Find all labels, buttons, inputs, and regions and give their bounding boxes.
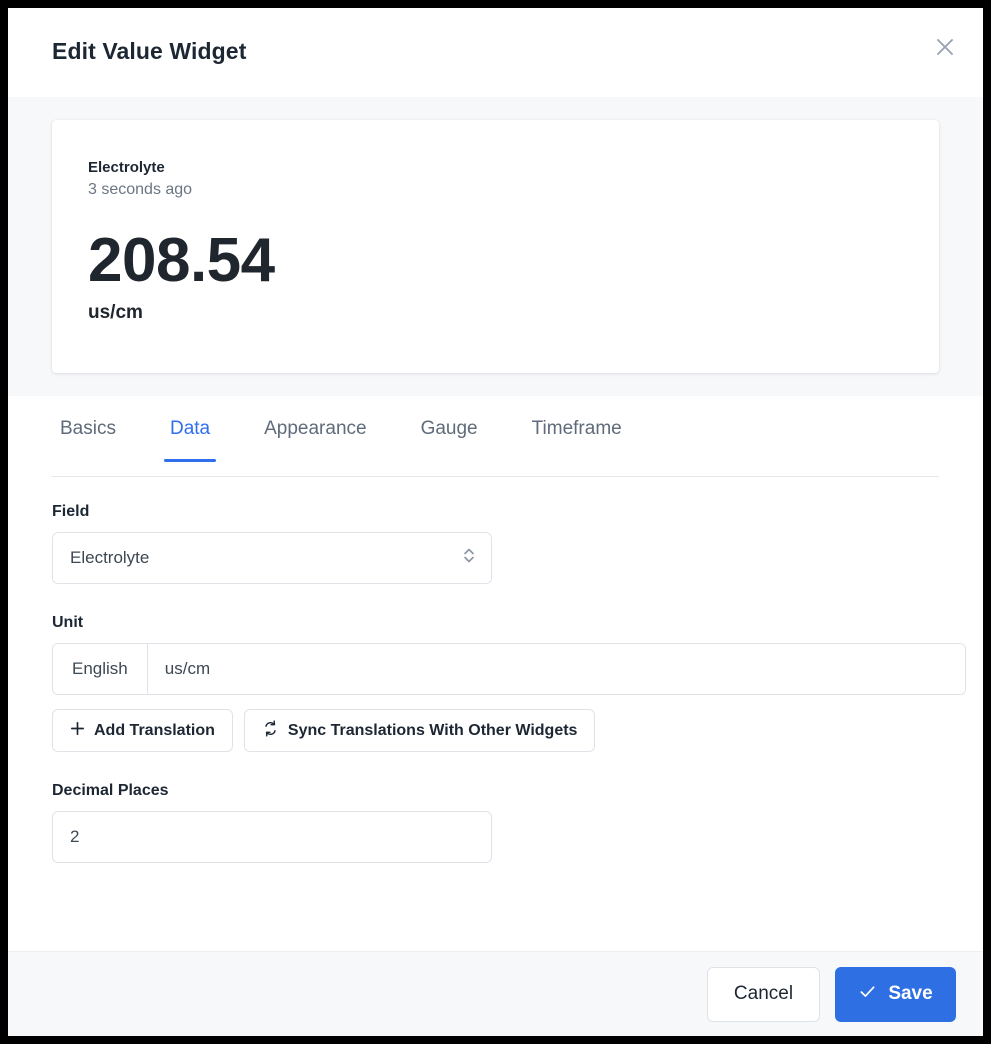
- dialog-header: Edit Value Widget: [8, 8, 983, 97]
- decimal-places-input[interactable]: [52, 811, 492, 863]
- dialog-footer: Cancel Save: [8, 951, 983, 1036]
- plus-icon: [70, 721, 85, 741]
- field-select[interactable]: Electrolyte: [52, 532, 492, 584]
- unit-label: Unit: [52, 614, 84, 631]
- tab-timeframe[interactable]: Timeframe: [518, 418, 636, 461]
- sync-translations-label: Sync Translations With Other Widgets: [287, 721, 578, 739]
- data-tab-panel: Field Electrolyte Unit English us/cm Add…: [52, 477, 966, 863]
- widget-preview-band: Electrolyte 3 seconds ago 208.54 us/cm: [8, 97, 983, 396]
- sync-translations-button[interactable]: Sync Translations With Other Widgets: [243, 709, 596, 752]
- dialog-title: Edit Value Widget: [52, 38, 247, 64]
- tab-gauge[interactable]: Gauge: [407, 418, 492, 461]
- cancel-button[interactable]: Cancel: [707, 966, 820, 1022]
- field-group-unit: Unit English us/cm Add Translation Sync …: [52, 614, 966, 752]
- sync-icon: [262, 719, 279, 742]
- tab-basics[interactable]: Basics: [46, 418, 130, 461]
- widget-preview-card: Electrolyte 3 seconds ago 208.54 us/cm: [52, 120, 939, 373]
- tab-data[interactable]: Data: [156, 418, 224, 462]
- close-button[interactable]: [925, 27, 965, 67]
- edit-value-widget-dialog: Edit Value Widget Electrolyte 3 seconds …: [8, 8, 983, 1036]
- field-group-field: Field Electrolyte: [52, 503, 939, 584]
- unit-input-row: English: [52, 643, 966, 695]
- close-icon: [933, 35, 957, 59]
- page-frame: Edit Value Widget Electrolyte 3 seconds …: [0, 0, 991, 1044]
- unit-input[interactable]: [147, 644, 965, 694]
- preview-field-name: Electrolyte: [88, 159, 165, 176]
- decimal-places-label: Decimal Places: [52, 782, 169, 799]
- add-translation-label: Add Translation: [94, 721, 215, 739]
- field-label: Field: [52, 503, 90, 520]
- preview-unit: us/cm: [88, 301, 143, 323]
- dialog-body: Basics Data Appearance Gauge Timeframe F…: [8, 396, 983, 951]
- preview-timestamp: 3 seconds ago: [88, 181, 193, 199]
- tab-appearance[interactable]: Appearance: [250, 418, 380, 461]
- unit-action-buttons: Add Translation Sync Translations With O…: [52, 709, 939, 752]
- check-icon: [858, 982, 877, 1007]
- field-select-wrap: Electrolyte: [52, 532, 492, 584]
- preview-value: 208.54: [88, 225, 275, 295]
- save-button[interactable]: Save: [835, 966, 956, 1022]
- save-label: Save: [888, 983, 933, 1004]
- tab-bar: Basics Data Appearance Gauge Timeframe: [52, 396, 939, 477]
- unit-language-addon: English: [53, 644, 148, 694]
- field-group-decimal-places: Decimal Places: [52, 782, 939, 863]
- add-translation-button[interactable]: Add Translation: [52, 709, 233, 752]
